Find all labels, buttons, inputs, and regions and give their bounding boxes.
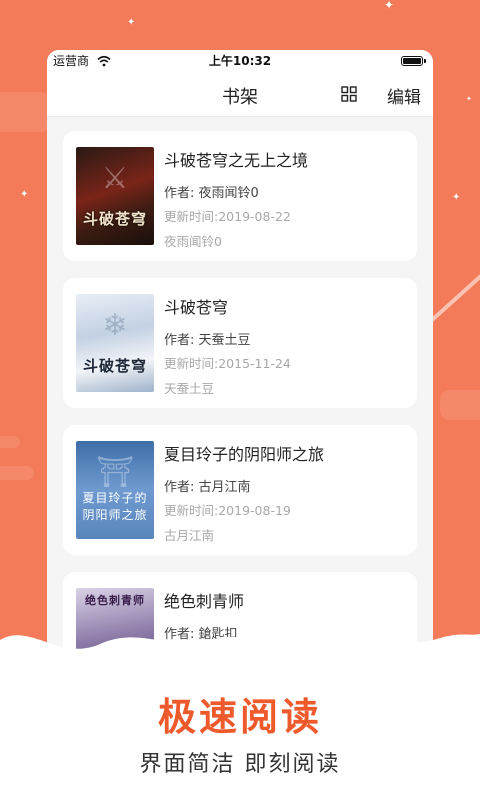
book-title: 斗破苍穹之无上之境 <box>164 151 309 170</box>
sparkle-icon: ✦ <box>466 95 472 103</box>
book-latest: 天蚕土豆 <box>164 381 215 396</box>
book-author: 作者: 夜雨闻铃0 <box>164 186 259 201</box>
background-stripe <box>0 466 34 480</box>
sparkle-icon: ✦ <box>20 189 29 200</box>
book-latest: 古月江南 <box>164 528 215 543</box>
promo-subslogan: 界面简洁 即刻阅读 <box>139 752 341 777</box>
book-title: 夏目玲子的阴阳师之旅 <box>164 445 325 464</box>
phone-screen: 运营商 上午10:32 书架 编辑 ⚔ 斗破苍穹 斗破苍穹之无上之境 作者: 夜… <box>47 50 433 670</box>
book-cover: ⚔ 斗破苍穹 <box>76 147 154 245</box>
wave-divider <box>0 634 480 682</box>
cover-title: 斗破苍穹 <box>82 357 147 375</box>
page-title: 书架 <box>222 87 258 108</box>
book-updated: 更新时间:2019-08-19 <box>164 503 291 518</box>
status-bar: 运营商 上午10:32 <box>47 50 433 72</box>
book-card[interactable]: ❄ 斗破苍穹 斗破苍穹 作者: 天蚕土豆 更新时间:2015-11-24 天蚕土… <box>63 278 417 408</box>
sparkle-icon: ✦ <box>127 17 136 28</box>
book-updated: 更新时间:2019-08-22 <box>164 209 291 224</box>
cover-title: 夏目玲子的阴阳师之旅 <box>82 491 148 522</box>
background-stripe <box>440 390 480 420</box>
cover-title: 绝色刺青师 <box>85 594 145 607</box>
sparkle-icon: ✦ <box>384 0 395 12</box>
book-title: 绝色刺青师 <box>164 592 245 611</box>
book-latest: 夜雨闻铃0 <box>164 234 222 249</box>
cover-title: 斗破苍穹 <box>82 210 147 228</box>
cover-temple-icon: ⛩ <box>95 455 135 490</box>
book-cover: ❄ 斗破苍穹 <box>76 294 154 392</box>
sparkle-icon: ✦ <box>452 192 461 203</box>
nav-bar: 书架 编辑 <box>47 72 433 117</box>
status-time: 上午10:32 <box>208 54 272 68</box>
background-stripe <box>0 92 50 132</box>
book-cover: ⛩ 夏目玲子的阴阳师之旅 <box>76 441 154 539</box>
cover-figure-icon: ⚔ <box>101 161 129 196</box>
promo-slogan: 极速阅读 <box>157 695 322 739</box>
battery-icon <box>401 56 426 66</box>
background-stripe <box>0 436 20 448</box>
edit-button[interactable]: 编辑 <box>387 83 421 108</box>
book-author: 作者: 古月江南 <box>164 480 251 495</box>
book-card[interactable]: ⛩ 夏目玲子的阴阳师之旅 夏目玲子的阴阳师之旅 作者: 古月江南 更新时间:20… <box>63 425 417 555</box>
grid-view-icon[interactable] <box>341 86 357 102</box>
book-title: 斗破苍穹 <box>164 298 229 317</box>
bookshelf-list: ⚔ 斗破苍穹 斗破苍穹之无上之境 作者: 夜雨闻铃0 更新时间:2019-08-… <box>47 117 433 670</box>
book-author: 作者: 天蚕土豆 <box>164 333 251 348</box>
book-card[interactable]: ⚔ 斗破苍穹 斗破苍穹之无上之境 作者: 夜雨闻铃0 更新时间:2019-08-… <box>63 131 417 261</box>
cover-figure-icon: ❄ <box>102 308 128 343</box>
book-updated: 更新时间:2015-11-24 <box>164 356 291 371</box>
